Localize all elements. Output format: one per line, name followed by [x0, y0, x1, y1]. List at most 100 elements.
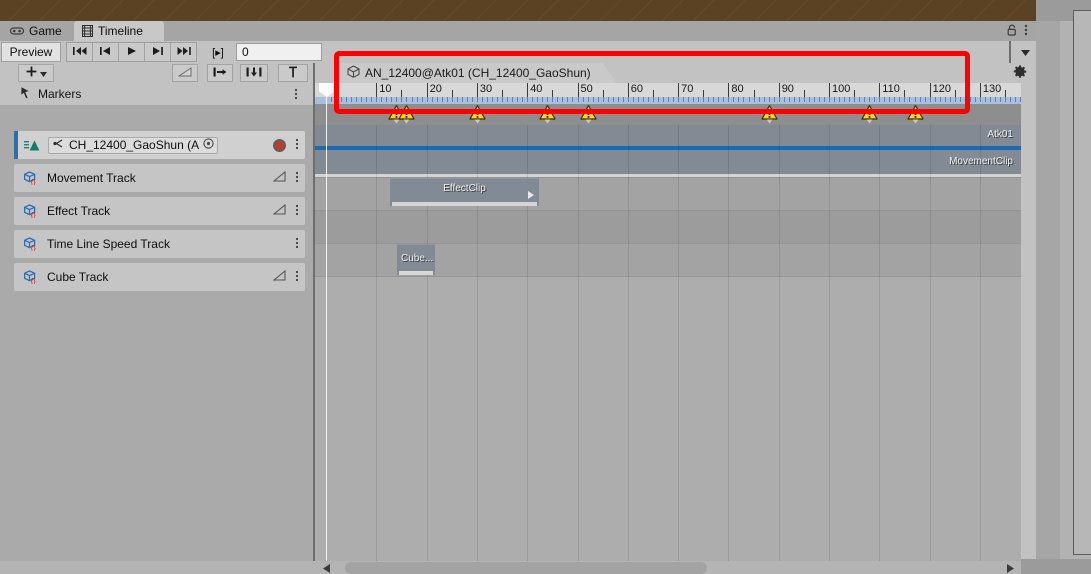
kebab-menu-icon[interactable] — [1024, 23, 1028, 40]
ruler-subtick — [753, 97, 755, 102]
ruler-subtick — [361, 97, 363, 102]
track-row-cube[interactable]: {} Cube Track — [14, 263, 305, 291]
clip-cube[interactable]: Cube... — [397, 244, 435, 275]
clip-label-movementclip[interactable]: MovementClip — [949, 156, 1013, 167]
ruler-subtick — [1000, 97, 1002, 102]
scroll-right-button[interactable] — [1003, 562, 1017, 574]
ruler-subtick — [763, 97, 765, 102]
record-button-icon[interactable] — [273, 138, 286, 152]
scrollbar-thumb[interactable] — [345, 562, 707, 574]
empty-lane-area[interactable] — [315, 277, 1021, 561]
timeline-marker[interactable] — [579, 104, 597, 125]
playable-track-icon: {} — [24, 204, 40, 218]
ruler-subtick — [356, 97, 358, 102]
curves-toggle-button[interactable] — [172, 64, 198, 82]
ruler-subtick — [652, 97, 654, 102]
tab-timeline[interactable]: Timeline — [74, 21, 164, 41]
kebab-menu-icon[interactable] — [295, 137, 299, 154]
breadcrumb-asset-name: AN_12400@Atk01 (CH_12400_GaoShun) — [365, 66, 591, 80]
goto-start-button[interactable] — [66, 42, 93, 62]
kebab-menu-icon[interactable] — [295, 236, 299, 253]
pin-button[interactable] — [278, 64, 308, 82]
curves-icon[interactable] — [272, 203, 286, 218]
track-row-animation[interactable]: CH_12400_GaoShun (A — [14, 131, 305, 159]
mark-in-button[interactable] — [207, 64, 233, 82]
ruler-subtick — [879, 97, 881, 102]
track-label: Cube Track — [47, 270, 109, 284]
ruler-subtick — [622, 97, 624, 102]
svg-text:{}: {} — [31, 276, 37, 284]
kebab-menu-icon[interactable] — [295, 269, 299, 286]
timeline-clip-area[interactable]: Atk01 MovementClip EffectClip Cube... 10… — [315, 83, 1021, 561]
timeline-editor-window: Game Timeline Preview [▸] 0 AN_12400@Atk… — [0, 21, 1036, 574]
play-range-label: [▸] — [212, 46, 224, 59]
curves-icon[interactable] — [272, 269, 286, 284]
ruler-subtick — [351, 97, 353, 102]
ruler-subtick — [572, 97, 574, 102]
ruler-subtick — [904, 97, 906, 102]
ruler-tick-label: 20 — [429, 83, 442, 95]
curves-icon[interactable] — [272, 170, 286, 185]
preview-button[interactable]: Preview — [1, 42, 61, 62]
ruler-subtick — [708, 97, 710, 102]
track-row-speed[interactable]: {} Time Line Speed Track — [14, 230, 305, 258]
lane-movement-track[interactable] — [315, 150, 1021, 174]
kebab-menu-icon[interactable] — [295, 170, 299, 187]
play-range-button[interactable]: [▸] — [202, 42, 234, 62]
goto-end-button[interactable] — [170, 42, 197, 62]
ruler-subtick — [1010, 97, 1012, 102]
current-frame-input[interactable]: 0 — [236, 43, 322, 61]
scroll-left-button[interactable] — [319, 562, 333, 574]
track-binding-field[interactable]: CH_12400_GaoShun (A — [48, 136, 219, 154]
track-row-movement[interactable]: {} Movement Track — [14, 164, 305, 192]
ruler-subtick — [748, 97, 750, 102]
ruler-subtick — [657, 97, 659, 102]
ruler-tick-minor — [652, 90, 654, 97]
ruler-subtick — [486, 97, 488, 102]
clip-effectclip[interactable]: EffectClip — [390, 178, 539, 206]
ruler-tick-label: 40 — [530, 83, 543, 95]
ruler-subtick — [688, 97, 690, 102]
timeline-marker[interactable] — [469, 104, 486, 125]
timeline-marker[interactable] — [539, 104, 556, 125]
lock-icon[interactable] — [1007, 24, 1017, 39]
play-button[interactable] — [118, 42, 145, 62]
mark-out-button[interactable] — [240, 64, 268, 82]
timeline-settings-button[interactable] — [1006, 64, 1034, 82]
tab-game[interactable]: Game — [2, 21, 72, 41]
timeline-marker[interactable] — [398, 104, 416, 125]
timeline-marker[interactable] — [761, 104, 778, 125]
first-frame-icon — [72, 46, 87, 59]
ruler-subtick — [642, 97, 644, 102]
ruler-subtick — [512, 97, 514, 102]
clip-label-atk01[interactable]: Atk01 — [987, 129, 1013, 140]
ruler-subtick — [532, 97, 534, 102]
ruler-subtick — [466, 97, 468, 102]
markers-menu-button[interactable] — [294, 83, 298, 105]
object-picker-icon[interactable] — [203, 138, 214, 152]
next-key-button[interactable] — [144, 42, 171, 62]
lane-speed-track[interactable] — [315, 211, 1021, 244]
ruler-subtick — [798, 97, 800, 102]
previous-key-button[interactable] — [92, 42, 119, 62]
timeline-marker[interactable] — [861, 104, 878, 125]
timeline-ruler[interactable] — [315, 83, 1021, 97]
clip-blend-arrow-icon[interactable] — [528, 188, 534, 202]
breadcrumb[interactable]: AN_12400@Atk01 (CH_12400_GaoShun) — [341, 63, 617, 83]
ruler-subtick — [567, 97, 569, 102]
ruler-subtick — [587, 97, 589, 102]
timeline-options-dropdown[interactable] — [1014, 41, 1036, 63]
kebab-menu-icon[interactable] — [295, 203, 299, 220]
pin-icon — [287, 66, 299, 81]
timeline-marker[interactable] — [906, 104, 924, 125]
playable-track-icon: {} — [24, 270, 40, 284]
lane-animation-track[interactable] — [315, 125, 1021, 146]
horizontal-scrollbar[interactable] — [315, 561, 1021, 574]
ruler-subtick — [773, 97, 775, 102]
ruler-tick-minor — [552, 90, 554, 97]
track-row-effect[interactable]: {} Effect Track — [14, 197, 305, 225]
ruler-subtick — [582, 97, 584, 102]
ruler-subtick — [663, 97, 664, 102]
add-track-button[interactable] — [18, 64, 54, 82]
ruler-subtick — [818, 97, 820, 102]
